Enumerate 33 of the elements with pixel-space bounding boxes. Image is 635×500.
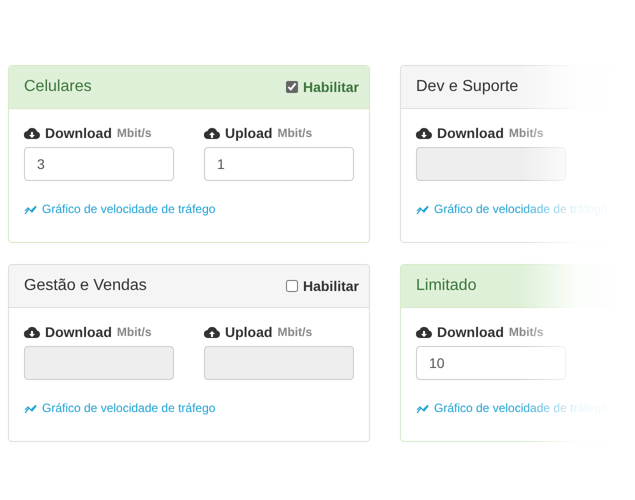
cloud-upload-icon xyxy=(204,126,220,140)
cloud-download-icon xyxy=(416,326,432,338)
checkbox-label[interactable]: Habilitar xyxy=(302,276,359,296)
panel-title: Gestão e Vendas xyxy=(24,276,147,296)
unit-label: Mbit/s xyxy=(508,324,544,341)
field-label: Download xyxy=(45,322,112,342)
line-chart-icon xyxy=(24,402,37,414)
field-label: Upload xyxy=(225,322,272,342)
panel-title: Limitado xyxy=(416,276,476,296)
input-field[interactable]: 3 xyxy=(24,147,174,181)
field-label: Download xyxy=(45,124,112,142)
field-label: Download xyxy=(437,124,504,142)
unit-label: Mbit/s xyxy=(508,125,544,142)
field-label: Upload xyxy=(225,124,272,143)
field-label: Download xyxy=(437,322,504,342)
cloud-download-icon xyxy=(24,326,40,338)
line-chart-icon xyxy=(24,204,37,214)
unit-label: Mbit/s xyxy=(277,125,312,142)
unit-label: Mbit/s xyxy=(116,324,152,341)
cloud-download-icon xyxy=(416,126,432,140)
cloud-download-icon xyxy=(24,126,40,140)
cloud-upload-icon xyxy=(204,326,220,338)
line-chart-icon xyxy=(416,204,429,214)
panel-title: Celulares xyxy=(24,77,92,97)
panel-title: Dev e Suporte xyxy=(416,77,518,97)
unit-label: Mbit/s xyxy=(277,324,312,341)
input-field[interactable]: 1 xyxy=(204,147,354,181)
checkbox-label[interactable]: Habilitar xyxy=(302,76,359,98)
line-chart-icon xyxy=(416,402,429,414)
enable-checkbox[interactable] xyxy=(286,280,298,292)
enable-checkbox[interactable] xyxy=(286,81,298,93)
unit-label: Mbit/s xyxy=(116,125,152,142)
input-field[interactable]: 10 xyxy=(416,346,566,380)
